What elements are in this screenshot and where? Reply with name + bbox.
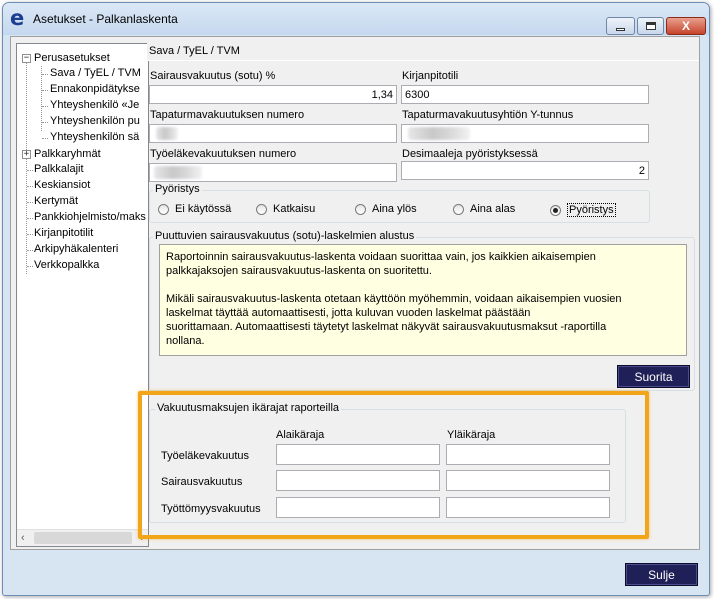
tree-item-verkkopalkka[interactable]: Verkkopalkka — [34, 258, 99, 273]
collapse-icon[interactable]: − — [22, 54, 31, 63]
settings-tree[interactable]: − Perusasetukset Sava / TyEL / TVM Ennak… — [16, 43, 149, 547]
rounding-group-title: Pyöristys — [153, 183, 202, 195]
sotu-percent-field[interactable] — [149, 85, 397, 104]
tree-item-perusasetukset[interactable]: Perusasetukset — [34, 51, 110, 66]
highlight-frame — [138, 391, 649, 539]
tree-connector — [42, 90, 48, 91]
radio-icon[interactable] — [453, 203, 464, 215]
radio-label: Aina ylös — [372, 203, 417, 215]
tree-connector — [27, 202, 33, 203]
tree-connector — [27, 170, 33, 171]
radio-aina-ylos[interactable]: Aina ylös — [355, 203, 417, 215]
tapaturma-ytunnus-label: Tapaturmavakuutusyhtiön Y-tunnus — [402, 109, 574, 121]
tapaturma-numero-label: Tapaturmavakuutuksen numero — [150, 109, 305, 121]
tree-item-palkkalajit[interactable]: Palkkalajit — [34, 162, 84, 177]
radio-icon[interactable] — [256, 203, 267, 215]
tree-item-yhteyshenkilo[interactable]: Yhteyshenkilö «Je — [50, 98, 139, 113]
radio-label: Pyöristys — [567, 203, 616, 217]
radio-checked-icon[interactable] — [550, 204, 561, 216]
redacted-value — [156, 127, 178, 140]
tree-connector — [42, 74, 48, 75]
radio-pyoristys[interactable]: Pyöristys — [550, 203, 616, 217]
sotu-init-group-title: Puuttuvien sairausvakuutus (sotu)-laskel… — [153, 230, 417, 242]
info-line: Raportoinnin sairausvakuutus-laskenta vo… — [166, 251, 596, 263]
panel-title: Sava / TyEL / TVM — [147, 43, 699, 61]
radio-katkaisu[interactable]: Katkaisu — [256, 203, 315, 215]
tree-item-kertymat[interactable]: Kertymät — [34, 194, 78, 209]
close-button[interactable]: Sulje — [625, 563, 698, 586]
info-line: suorittamaan. Automaattisesti täytetyt l… — [166, 321, 607, 333]
tree-connector — [27, 186, 33, 187]
suorita-button[interactable]: Suorita — [617, 365, 690, 388]
app-logo-icon: e — [10, 6, 25, 30]
tree-connector — [27, 234, 33, 235]
tapaturma-ytunnus-field[interactable] — [401, 124, 649, 143]
tree-connector — [27, 266, 33, 267]
tree-item-yhteyshenkilon-pu[interactable]: Yhteyshenkilön pu — [50, 114, 140, 129]
maximize-button[interactable] — [637, 17, 664, 35]
tree-item-sava-tyel-tvm[interactable]: Sava / TyEL / TVM — [50, 66, 141, 81]
sotu-label: Sairausvakuutus (sotu) % — [150, 70, 276, 82]
tree-connector — [42, 138, 48, 139]
tree-item-yhteyshenkilon-sa[interactable]: Yhteyshenkilön sä — [50, 130, 139, 145]
window-title: Asetukset - Palkanlaskenta — [33, 12, 178, 26]
tree-connector — [42, 122, 48, 123]
desimaaleja-field[interactable] — [401, 161, 649, 180]
tree-connector — [42, 106, 48, 107]
redacted-value — [408, 127, 470, 140]
tapaturma-numero-field[interactable] — [149, 124, 397, 143]
close-window-button[interactable]: X — [666, 17, 706, 35]
radio-ei-kaytossa[interactable]: Ei käytössä — [158, 203, 231, 215]
tree-connector — [27, 250, 33, 251]
tree-item-pankkiohjelmisto[interactable]: Pankkiohjelmisto/maks — [34, 210, 146, 225]
redacted-value — [154, 166, 202, 179]
tree-connector — [26, 58, 27, 274]
info-line: palkkajaksojen sairausvakuutus-laskenta … — [166, 265, 432, 277]
desimaaleja-label: Desimaaleja pyöristyksessä — [402, 148, 538, 160]
title-bar[interactable]: e Asetukset - Palkanlaskenta X — [3, 3, 709, 35]
info-line: laskelmat täyttää automaattisesti, jotta… — [166, 307, 531, 319]
tree-item-keskiansiot[interactable]: Keskiansiot — [34, 178, 90, 193]
info-line: nollana. — [166, 335, 205, 347]
info-line: Mikäli sairausvakuutus-laskenta otetaan … — [166, 293, 622, 305]
minimize-icon — [616, 27, 625, 31]
scrollbar-thumb[interactable] — [34, 532, 132, 544]
tyelake-numero-field[interactable] — [149, 163, 397, 182]
tree-connector — [27, 218, 33, 219]
kirjanpitotili-label: Kirjanpitotili — [402, 70, 459, 82]
expand-icon[interactable]: + — [22, 150, 31, 159]
tree-item-palkkaryhmat[interactable]: Palkkaryhmät — [34, 147, 101, 162]
tree-horizontal-scrollbar[interactable]: ‹ › — [17, 529, 148, 546]
radio-label: Aina alas — [470, 203, 516, 215]
sotu-init-info-text: Raportoinnin sairausvakuutus-laskenta vo… — [159, 244, 687, 356]
minimize-button[interactable] — [606, 17, 635, 35]
kirjanpitotili-field[interactable] — [401, 85, 649, 104]
tree-item-kirjanpitotilit[interactable]: Kirjanpitotilit — [34, 226, 93, 241]
close-icon: X — [681, 19, 690, 33]
tree-item-arkipyhakalenteri[interactable]: Arkipyhäkalenteri — [34, 242, 118, 257]
maximize-icon — [645, 22, 656, 30]
radio-label: Katkaisu — [273, 203, 316, 215]
tyelake-numero-label: Työeläkevakuutuksen numero — [150, 148, 297, 160]
tree-item-ennakonpidatys[interactable]: Ennakonpidätykse — [50, 82, 140, 97]
scroll-left-icon[interactable]: ‹ — [21, 532, 25, 544]
radio-label: Ei käytössä — [175, 203, 232, 215]
radio-icon[interactable] — [158, 203, 169, 215]
radio-icon[interactable] — [355, 203, 366, 215]
radio-aina-alas[interactable]: Aina alas — [453, 203, 515, 215]
